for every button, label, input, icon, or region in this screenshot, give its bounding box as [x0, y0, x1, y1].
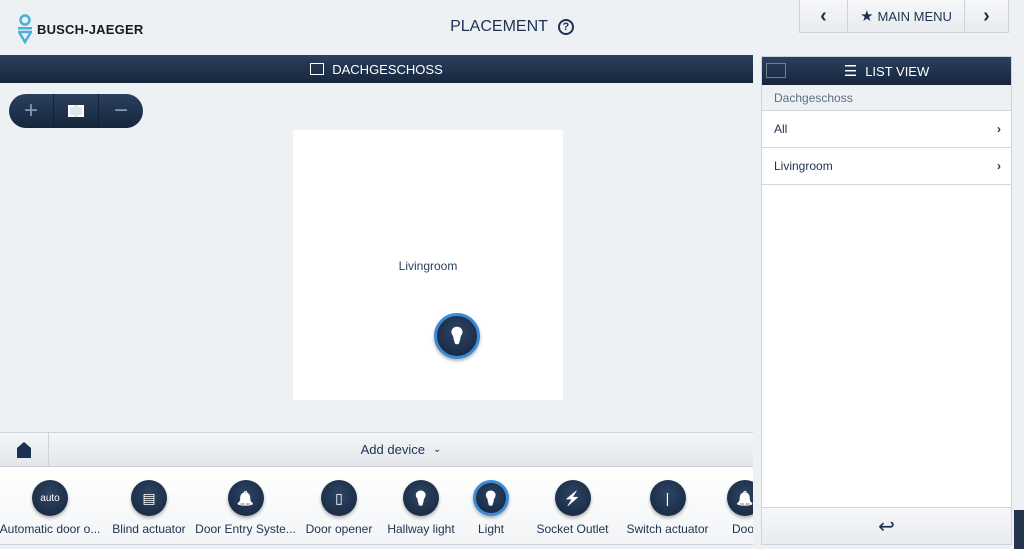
floor-title-bar: DACHGESCHOSS — [0, 55, 753, 83]
device-button[interactable]: ⚡ — [554, 480, 591, 516]
prev-button[interactable]: ‹ — [800, 0, 848, 32]
device-button[interactable]: 🔔 — [227, 480, 264, 516]
list-view-panel: ☰ LIST VIEW Dachgeschoss All › Livingroom… — [761, 56, 1012, 545]
device-label: Switch actuator — [626, 522, 709, 536]
floorplan-icon — [310, 63, 325, 75]
list-item-livingroom[interactable]: Livingroom › — [762, 148, 1011, 185]
key-auto-icon: auto — [40, 492, 60, 504]
fit-screen-icon — [68, 105, 84, 117]
device-label: Light — [477, 522, 505, 536]
device-button[interactable]: 💡 — [473, 480, 509, 516]
list-item-label: All — [774, 122, 788, 136]
socket-icon: ⚡ — [563, 489, 582, 506]
door-entry-icon: 🔔 — [236, 489, 255, 506]
room-label: Livingroom — [398, 259, 458, 273]
device-button[interactable]: | — [649, 480, 686, 516]
back-arrow-icon: ↩ — [878, 515, 895, 538]
device-button[interactable]: 💡 — [403, 480, 439, 516]
home-button[interactable] — [0, 433, 49, 466]
help-icon[interactable]: ? — [557, 19, 574, 35]
light-bulb-icon: 💡 — [447, 328, 467, 345]
chevron-right-icon: › — [997, 122, 1001, 136]
main-menu-button[interactable]: ★ MAIN MENU — [848, 0, 965, 32]
top-nav: ‹ ★ MAIN MENU › — [799, 0, 1009, 33]
switch-icon: | — [665, 490, 670, 506]
star-icon: ★ — [860, 8, 874, 25]
zoom-controls: + − — [9, 94, 143, 128]
list-item-label: Livingroom — [774, 159, 833, 173]
add-device-dropdown[interactable]: Add device ⌄ — [49, 433, 753, 466]
device-item[interactable]: ⚡ Socket Outlet — [525, 467, 620, 544]
device-label: Door Entry Syste... — [195, 522, 296, 536]
floor-plan[interactable]: Livingroom 💡 — [293, 130, 563, 400]
device-item[interactable]: ▯ Door opener — [293, 467, 385, 544]
hallway-light-icon: 💡 — [412, 489, 430, 506]
chevron-down-icon: ⌄ — [432, 444, 442, 455]
list-view-bar: ☰ LIST VIEW — [762, 57, 1011, 85]
list-icon: ☰ — [843, 63, 858, 80]
device-button[interactable]: ▯ — [321, 480, 357, 516]
back-button[interactable]: ↩ — [762, 507, 1011, 544]
chevron-right-icon: › — [997, 159, 1001, 173]
next-button[interactable]: › — [965, 0, 1008, 32]
home-icon — [17, 441, 31, 458]
door-bell-icon: 🔔 — [736, 489, 753, 506]
device-button[interactable]: auto — [32, 480, 68, 516]
device-item[interactable]: 🔔 Door — [715, 467, 753, 544]
zoom-out-button[interactable]: − — [99, 94, 143, 128]
device-label: Automatic door o... — [0, 522, 101, 536]
device-item[interactable]: auto Automatic door o... — [0, 467, 100, 544]
device-bar: Add device ⌄ — [0, 432, 753, 467]
device-label: Blind actuator — [112, 522, 186, 536]
fit-button[interactable] — [54, 94, 99, 128]
page-title-text: PLACEMENT — [450, 18, 548, 35]
plus-icon: + — [23, 97, 38, 124]
blind-icon: ▤ — [142, 489, 156, 506]
device-label: Hallway light — [387, 522, 455, 536]
minus-icon: − — [113, 97, 128, 124]
device-button[interactable]: ▤ — [131, 480, 167, 516]
zoom-in-button[interactable]: + — [9, 94, 54, 128]
add-device-label: Add device — [360, 442, 425, 457]
floor-name: DACHGESCHOSS — [332, 61, 443, 77]
device-item[interactable]: 💡 Light — [457, 467, 525, 544]
device-label: Door opener — [305, 522, 373, 536]
chevron-left-icon: ‹ — [820, 4, 827, 27]
chevron-right-icon: › — [983, 4, 990, 27]
device-button[interactable]: 🔔 — [727, 480, 753, 516]
device-strip: auto Automatic door o... ▤ Blind actuator 🔔 D… — [0, 467, 753, 545]
device-item[interactable]: 🔔 Door Entry Syste... — [195, 467, 296, 544]
main-menu-label: MAIN MENU — [877, 8, 952, 24]
device-label: Socket Outlet — [536, 522, 609, 536]
list-item-all[interactable]: All › — [762, 111, 1011, 148]
list-floor-header: Dachgeschoss — [762, 85, 1011, 111]
window-edge — [1014, 510, 1024, 549]
device-label: Door — [731, 522, 753, 536]
device-item[interactable]: 💡 Hallway light — [385, 467, 457, 544]
door-icon: ▯ — [335, 489, 343, 506]
list-view-title: LIST VIEW — [865, 63, 930, 79]
light-bulb-icon: 💡 — [482, 489, 500, 506]
collapse-panel-icon[interactable] — [766, 63, 786, 78]
placed-light-device[interactable]: 💡 — [434, 313, 480, 359]
device-item[interactable]: ▤ Blind actuator — [100, 467, 198, 544]
device-item[interactable]: | Switch actuator — [620, 467, 715, 544]
